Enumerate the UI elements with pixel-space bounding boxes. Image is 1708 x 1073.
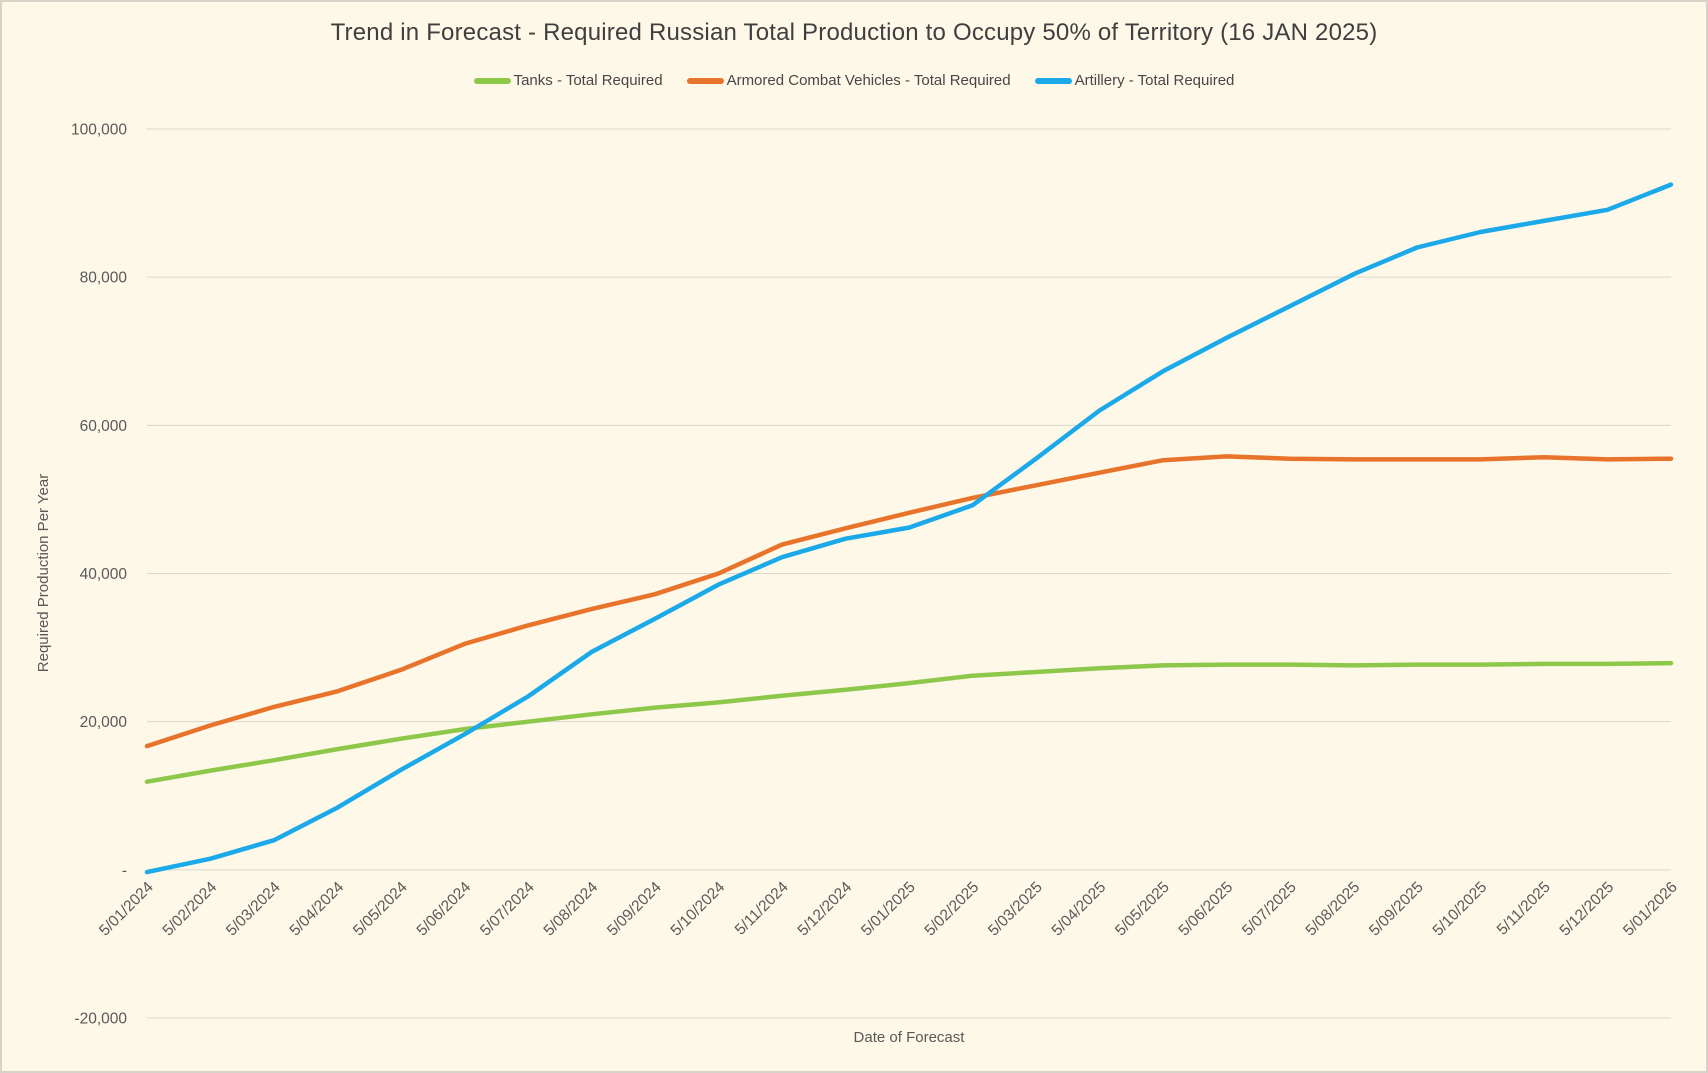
y-tick-label: -20,000 [74, 1011, 127, 1028]
x-tick-label: 5/08/2025 [1303, 879, 1364, 940]
x-tick-label: 5/04/2024 [287, 878, 348, 939]
x-tick-label: 5/01/2024 [96, 878, 157, 939]
y-tick-label: 100,000 [71, 122, 127, 139]
x-tick-label: 5/09/2024 [604, 878, 665, 939]
x-tick-label: 5/10/2024 [668, 878, 729, 939]
series-line-artillery [147, 185, 1671, 873]
x-tick-label: 5/01/2025 [858, 879, 919, 940]
x-tick-label: 5/04/2025 [1049, 879, 1110, 940]
x-tick-label: 5/06/2024 [414, 878, 475, 939]
chart-canvas: Trend in Forecast - Required Russian Tot… [0, 0, 1708, 1073]
y-tick-label: 40,000 [80, 566, 128, 583]
y-tick-label: 80,000 [80, 270, 128, 287]
series-line-armored [147, 456, 1671, 746]
series-lines [147, 185, 1671, 873]
y-axis-tick-labels: -20,000-20,00040,00060,00080,000100,000 [71, 122, 127, 1028]
x-tick-label: 5/06/2025 [1176, 879, 1237, 940]
x-tick-label: 5/03/2024 [223, 878, 284, 939]
x-tick-label: 5/03/2025 [985, 879, 1046, 940]
x-tick-label: 5/07/2025 [1239, 879, 1300, 940]
x-tick-label: 5/11/2024 [732, 878, 792, 938]
plot-area: -20,000-20,00040,00060,00080,000100,000 … [2, 2, 1706, 1071]
y-axis-title: Required Production Per Year [35, 474, 52, 672]
x-tick-label: 5/01/2026 [1620, 879, 1681, 940]
x-tick-label: 5/10/2025 [1430, 879, 1491, 940]
x-tick-label: 5/02/2024 [160, 878, 221, 939]
x-tick-label: 5/07/2024 [477, 878, 538, 939]
y-tick-label: 60,000 [80, 418, 128, 435]
x-tick-label: 5/12/2024 [795, 878, 856, 939]
x-axis-tick-labels: 5/01/20245/02/20245/03/20245/04/20245/05… [96, 878, 1681, 939]
x-tick-label: 5/11/2025 [1494, 879, 1554, 939]
y-tick-label: - [122, 862, 127, 879]
x-tick-label: 5/08/2024 [541, 878, 602, 939]
x-tick-label: 5/02/2025 [922, 879, 983, 940]
x-tick-label: 5/05/2025 [1112, 879, 1173, 940]
x-tick-label: 5/12/2025 [1557, 879, 1618, 940]
x-tick-label: 5/05/2024 [350, 878, 411, 939]
y-tick-label: 20,000 [80, 714, 128, 731]
series-line-tanks [147, 663, 1671, 782]
x-axis-title: Date of Forecast [854, 1029, 966, 1046]
x-tick-label: 5/09/2025 [1366, 879, 1427, 940]
